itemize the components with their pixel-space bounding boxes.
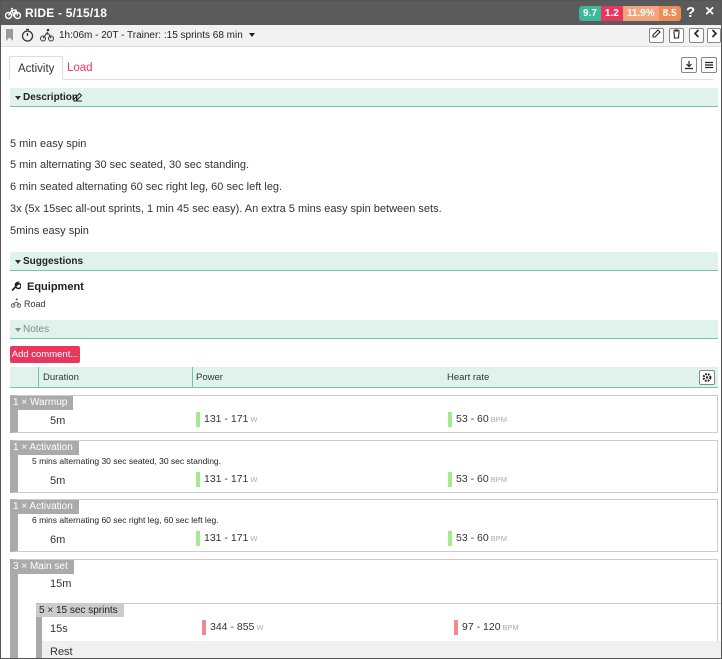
column-divider: [38, 367, 39, 388]
prev-button[interactable]: [689, 28, 704, 43]
download-icon: [685, 61, 693, 70]
column-power: Power: [196, 372, 223, 383]
workout-step[interactable]: 1 × Warmup 5m 131 - 171 W 53 - 60 BPM: [10, 395, 718, 433]
notes-title: Notes: [23, 324, 50, 335]
suggestions-header[interactable]: Suggestions: [10, 252, 718, 271]
step-note: 6 mins alternating 60 sec right leg, 60 …: [32, 515, 219, 525]
delete-button[interactable]: [669, 28, 684, 43]
rest-row[interactable]: Rest: [42, 641, 721, 658]
description-line: 6 min seated alternating 60 sec right le…: [10, 181, 283, 193]
step-duration: 6m: [50, 534, 66, 546]
menu-button[interactable]: [701, 57, 717, 73]
description-header[interactable]: Description: [10, 88, 718, 107]
description-line: 3x (5x 15sec all-out sprints, 1 min 45 s…: [10, 203, 442, 215]
hr-range: 53 - 60 BPM: [456, 473, 507, 485]
column-heart-rate: Heart rate: [447, 372, 490, 383]
chevron-right-icon: [711, 29, 718, 38]
power-zone-bar: [196, 531, 200, 546]
workout-step[interactable]: 1 × Activation 6 mins alternating 60 sec…: [10, 499, 718, 552]
power-range: 131 - 171 W: [204, 413, 258, 425]
equipment-item: Road: [24, 299, 46, 309]
tab-bar: Activity Load: [9, 56, 713, 80]
description-line: 5 min easy spin: [10, 138, 87, 150]
rider-icon: [11, 298, 21, 308]
next-button[interactable]: [707, 28, 721, 43]
description-title: Description: [23, 92, 79, 103]
title-bar: RIDE - 5/15/18 9.7 1.2 11.9% 8.5 ? ×: [1, 1, 721, 25]
edit-icon: [652, 29, 661, 38]
metric-tss: 9.7: [579, 6, 601, 21]
metrics-badge: 9.7 1.2 11.9% 8.5: [579, 6, 681, 21]
stopwatch-icon: [21, 28, 34, 42]
metric-percent: 11.9%: [622, 6, 659, 21]
step-label: 1 × Warmup: [10, 396, 74, 410]
power-zone-bar: [202, 620, 206, 635]
power-range: 344 - 855 W: [210, 621, 264, 633]
menu-icon: [705, 61, 713, 69]
step-note: 5 mins alternating 30 sec seated, 30 sec…: [32, 456, 222, 466]
table-settings-button[interactable]: [699, 370, 715, 385]
metric-load: 8.5: [658, 6, 681, 21]
caret-down-icon: [15, 328, 21, 332]
step-label: 3 × Main set: [10, 560, 74, 574]
workout-window: RIDE - 5/15/18 9.7 1.2 11.9% 8.5 ? × 1h:…: [0, 0, 722, 659]
column-divider: [192, 367, 193, 388]
power-zone-bar: [196, 412, 200, 427]
workout-step[interactable]: 1 × Activation 5 mins alternating 30 sec…: [10, 440, 718, 493]
rider-icon: [40, 28, 54, 42]
hr-range: 53 - 60 BPM: [456, 532, 507, 544]
download-button[interactable]: [681, 57, 697, 73]
workout-summary[interactable]: 1h:06m - 20T - Trainer: :15 sprints 68 m…: [59, 30, 255, 41]
description-line: 5 min alternating 30 sec seated, 30 sec …: [10, 159, 250, 171]
step-duration: 15m: [50, 578, 72, 590]
bookmark-icon[interactable]: [6, 29, 13, 41]
column-duration: Duration: [43, 372, 79, 383]
power-range: 131 - 171 W: [204, 473, 258, 485]
hr-range: 97 - 120 BPM: [462, 621, 519, 633]
hr-zone-bar: [448, 412, 452, 427]
hr-zone-bar: [454, 620, 458, 635]
gear-icon: [702, 373, 712, 382]
add-comment-button[interactable]: Add comment...: [10, 346, 80, 363]
description-line: 5mins easy spin: [10, 225, 89, 237]
caret-down-icon: [248, 33, 255, 38]
tab-activity[interactable]: Activity: [9, 56, 64, 80]
metric-if: 1.2: [600, 6, 623, 21]
workout-toolbar: 1h:06m - 20T - Trainer: :15 sprints 68 m…: [1, 25, 721, 47]
step-duration: 5m: [50, 415, 66, 427]
caret-down-icon: [15, 96, 21, 100]
step-label: 1 × Activation: [10, 441, 79, 455]
step-label: 1 × Activation: [10, 500, 79, 514]
tab-load[interactable]: Load: [59, 56, 101, 80]
notes-header[interactable]: Notes: [10, 320, 718, 339]
rest-label: Rest: [50, 646, 73, 658]
edit-button[interactable]: [649, 28, 664, 43]
window-title: RIDE - 5/15/18: [25, 6, 108, 20]
workout-repeat-block[interactable]: 3 × Main set 15m 5 × 15 sec sprints 15s …: [10, 559, 721, 658]
suggestions-title: Suggestions: [23, 256, 84, 267]
step-duration: 5m: [50, 475, 66, 487]
hr-range: 53 - 60 BPM: [456, 413, 507, 425]
wrench-icon: [11, 281, 21, 292]
equipment-title: Equipment: [27, 281, 84, 293]
sub-step-label: 5 × 15 sec sprints: [36, 604, 124, 617]
sub-step[interactable]: 5 × 15 sec sprints 15s 344 - 855 W 97 - 1…: [36, 603, 721, 658]
hr-zone-bar: [448, 531, 452, 546]
hr-zone-bar: [448, 472, 452, 487]
power-range: 131 - 171 W: [204, 532, 258, 544]
trash-icon: [673, 29, 680, 39]
steps-table-header: Duration Power Heart rate: [10, 367, 718, 388]
bike-icon: [5, 7, 21, 20]
close-button[interactable]: ×: [705, 3, 714, 21]
caret-down-icon: [15, 260, 21, 264]
step-duration: 15s: [50, 623, 68, 635]
edit-icon[interactable]: [73, 92, 83, 102]
power-zone-bar: [196, 472, 200, 487]
help-button[interactable]: ?: [686, 4, 695, 21]
chevron-left-icon: [693, 29, 699, 38]
